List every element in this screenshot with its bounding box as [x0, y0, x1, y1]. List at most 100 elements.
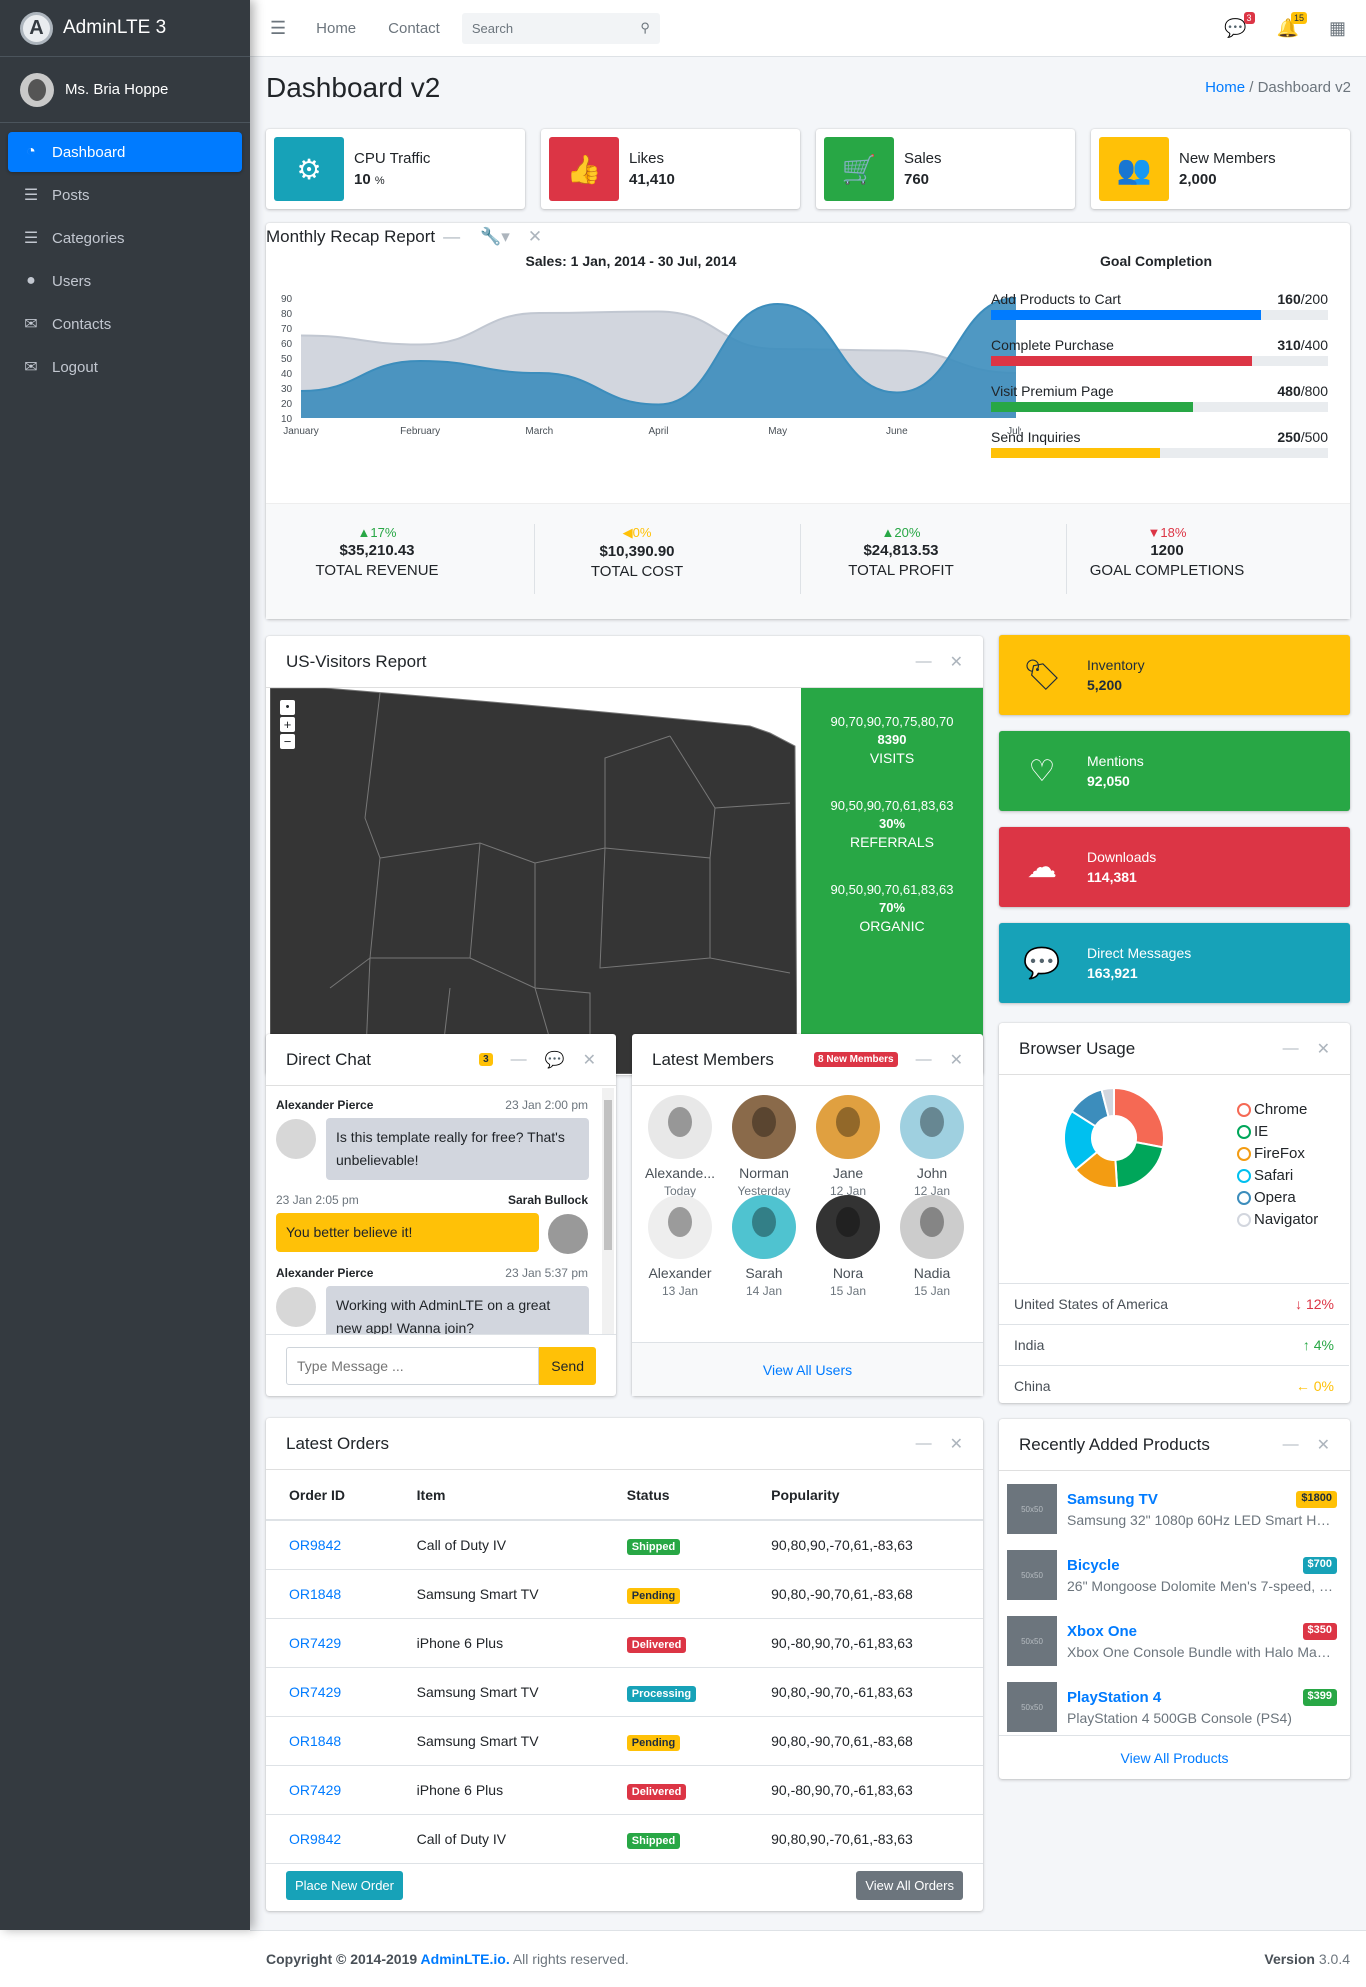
thumbs-up-icon: 👍 [549, 137, 619, 201]
status-badge: Shipped [626, 1832, 681, 1849]
caret-up-icon: ▲ [881, 525, 895, 540]
sales-area-chart: 10 20 30 40 50 60 70 80 90 January February March Ap… [281, 294, 1021, 437]
hamburger-menu-icon[interactable]: ☰ [270, 18, 286, 39]
bell-icon[interactable]: 🔔 15 [1277, 11, 1307, 39]
country-row[interactable]: United States of America ↓ 12% [999, 1283, 1349, 1324]
latest-members-card: Latest Members 8 New Members — ✕ Alexand… [632, 1034, 983, 1396]
adminlte-link[interactable]: AdminLTE.io. [421, 1951, 510, 1967]
info-box-label: New Members [1179, 150, 1276, 167]
country-pct: ↓ 12% [1295, 1296, 1334, 1312]
send-button[interactable]: Send [539, 1347, 596, 1385]
view-all-products-link[interactable]: View All Products [999, 1735, 1350, 1779]
users-icon: 👥 [1099, 137, 1169, 201]
user-panel[interactable]: Ms. Bria Hoppe [0, 57, 250, 123]
order-id-link[interactable]: OR1848 [289, 1586, 341, 1602]
order-id-link[interactable]: OR9842 [289, 1831, 341, 1847]
chat-msg-time: 23 Jan 2:05 pm [276, 1193, 359, 1207]
stat-goal-completions: ▼18% 1200 GOAL COMPLETIONS [1037, 525, 1297, 579]
grid-apps-icon[interactable]: ▦ [1329, 18, 1346, 39]
goal-current: 160 [1277, 291, 1301, 307]
close-icon[interactable]: ✕ [950, 1434, 963, 1454]
place-new-order-button[interactable]: Place New Order [286, 1871, 403, 1900]
goal-current: 310 [1277, 337, 1301, 353]
order-id-link[interactable]: OR1848 [289, 1733, 341, 1749]
product-image: 50x50 [1007, 1682, 1057, 1732]
sidebar-item-categories[interactable]: ☰ Categories [8, 218, 242, 258]
country-row[interactable]: India ↑ 4% [999, 1324, 1349, 1365]
search-icon[interactable]: ⚲ [640, 20, 650, 36]
map-zoom-out-button[interactable]: − [280, 734, 295, 749]
collapse-icon[interactable]: — [916, 653, 932, 671]
close-icon[interactable]: ✕ [528, 227, 542, 247]
stat-cost: ◀0% $10,390.90 TOTAL COST [507, 525, 767, 580]
member-item[interactable]: Alexander 13 Jan [640, 1195, 720, 1298]
view-all-orders-button[interactable]: View All Orders [856, 1871, 963, 1900]
member-item[interactable]: Sarah 14 Jan [724, 1195, 804, 1298]
wrench-icon[interactable]: 🔧▾ [480, 227, 510, 247]
close-icon[interactable]: ✕ [1317, 1039, 1330, 1059]
recap-footer: ▲17% $35,210.43 TOTAL REVENUE ◀0% $10,39… [266, 503, 1350, 619]
stat-revenue: ▲17% $35,210.43 TOTAL REVENUE [247, 525, 507, 579]
collapse-icon[interactable]: — [1283, 1040, 1299, 1058]
brand-link[interactable]: A AdminLTE 3 [0, 0, 250, 57]
close-icon[interactable]: ✕ [583, 1050, 596, 1070]
info-box-unit: % [374, 175, 385, 187]
contacts-icon[interactable]: 💬 [545, 1050, 565, 1070]
product-name[interactable]: Xbox One [1067, 1623, 1137, 1640]
collapse-icon[interactable]: — [916, 1051, 932, 1069]
close-icon[interactable]: ✕ [950, 1050, 963, 1070]
goal-label: Visit Premium Page [991, 383, 1114, 399]
member-item[interactable]: Alexande... Today [640, 1095, 720, 1198]
order-id-link[interactable]: OR7429 [289, 1635, 341, 1651]
sidebar-item-label: Posts [52, 186, 90, 204]
product-name[interactable]: Samsung TV [1067, 1491, 1158, 1508]
us-map-svg [269, 687, 798, 1075]
breadcrumb-home-link[interactable]: Home [1205, 79, 1245, 96]
sidebar-item-posts[interactable]: ☰ Posts [8, 175, 242, 215]
product-name[interactable]: Bicycle [1067, 1557, 1120, 1574]
stat-pct: ▲20% [881, 525, 921, 540]
product-item[interactable]: 50x50 PlayStation 4 $399 PlayStation 4 500G… [1007, 1677, 1337, 1737]
member-item[interactable]: Jane 12 Jan [808, 1095, 888, 1198]
product-item[interactable]: 50x50 Xbox One $350 Xbox One Console Bundle… [1007, 1611, 1337, 1671]
nav-contact-link[interactable]: Contact [388, 20, 440, 37]
box-label: Direct Messages [1087, 945, 1192, 961]
sidebar-item-users[interactable]: ● Users [8, 261, 242, 301]
collapse-icon[interactable]: — [511, 1051, 527, 1069]
messages-icon[interactable]: 💬 3 [1224, 11, 1255, 39]
member-item[interactable]: John 12 Jan [892, 1095, 972, 1198]
map-reset-button[interactable]: • [280, 700, 295, 715]
order-id-link[interactable]: OR7429 [289, 1782, 341, 1798]
recent-products-card: Recently Added Products — ✕ 50x50 Samsung … [999, 1419, 1350, 1779]
chat-scrollbar[interactable] [602, 1088, 614, 1334]
product-item[interactable]: 50x50 Bicycle $700 26" Mongoose Dolomite Me… [1007, 1545, 1337, 1605]
collapse-icon[interactable]: — [1283, 1436, 1299, 1454]
map-zoom-in-button[interactable]: + [280, 717, 295, 732]
close-icon[interactable]: ✕ [950, 652, 963, 672]
order-id-link[interactable]: OR7429 [289, 1684, 341, 1700]
direct-chat-card: Direct Chat 3 — 💬 ✕ Alexander Pierce 23 … [266, 1034, 616, 1396]
box-value: 5,200 [1087, 677, 1123, 693]
sidebar-item-dashboard[interactable]: ◔ Dashboard [8, 132, 242, 172]
close-icon[interactable]: ✕ [1317, 1435, 1330, 1455]
country-row[interactable]: China ← 0% [999, 1365, 1349, 1406]
member-item[interactable]: Norman Yesterday [724, 1095, 804, 1198]
search-input[interactable]: Search ⚲ [461, 12, 660, 44]
card-header: Recently Added Products — ✕ [999, 1419, 1350, 1471]
sidebar-item-logout[interactable]: ✉ Logout [8, 347, 242, 387]
view-all-users-link[interactable]: View All Users [632, 1342, 983, 1396]
circle-icon [1237, 1212, 1251, 1227]
product-name[interactable]: PlayStation 4 [1067, 1689, 1161, 1706]
chat-message-input[interactable] [286, 1347, 540, 1385]
order-id-link[interactable]: OR9842 [289, 1537, 341, 1553]
collapse-icon[interactable]: — [916, 1435, 932, 1453]
sparkline-organic: 90,50,90,70,61,83,63 [830, 882, 954, 897]
us-map[interactable]: • + − [269, 687, 798, 1075]
sidebar-item-contacts[interactable]: ✉ Contacts [8, 304, 242, 344]
collapse-icon[interactable]: — [443, 227, 460, 247]
product-item[interactable]: 50x50 Samsung TV $1800 Samsung 32" 1080p 60… [1007, 1479, 1337, 1539]
order-item: Samsung Smart TV [393, 1716, 604, 1766]
member-item[interactable]: Nadia 15 Jan [892, 1195, 972, 1298]
member-item[interactable]: Nora 15 Jan [808, 1195, 888, 1298]
nav-home-link[interactable]: Home [316, 20, 356, 37]
